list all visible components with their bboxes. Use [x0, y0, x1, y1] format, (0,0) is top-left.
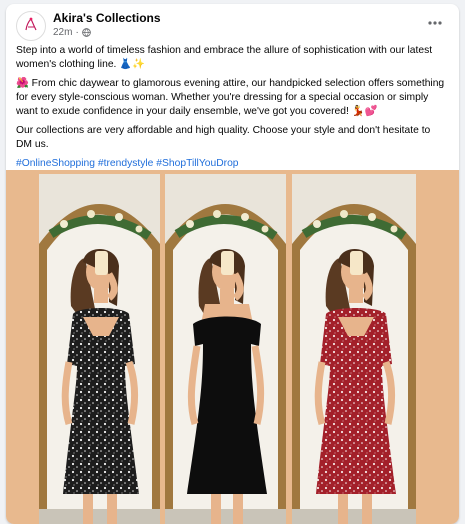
avatar-logo-icon — [18, 13, 44, 39]
post-text: Step into a world of timeless fashion an… — [16, 44, 448, 176]
photo-black-floral-illustration — [39, 174, 160, 524]
photo-black-dress — [165, 174, 286, 524]
page-avatar[interactable] — [16, 11, 46, 41]
photo-black-dress-illustration — [165, 174, 286, 524]
page-name[interactable]: Akira's Collections — [53, 11, 161, 25]
post-header: Akira's Collections 22m · — [6, 4, 459, 48]
post-card: Akira's Collections 22m · Step into a wo… — [6, 4, 459, 524]
more-options-button[interactable] — [423, 13, 447, 33]
hashtag-online-shopping[interactable]: #OnlineShopping — [16, 158, 95, 169]
meta-separator: · — [75, 27, 79, 38]
hashtag-trendystyle[interactable]: #trendystyle — [98, 158, 154, 169]
post-hashtags: #OnlineShopping #trendystyle #ShopTillYo… — [16, 157, 448, 171]
photo-red-floral-dress — [292, 174, 416, 524]
photo-red-floral-illustration — [292, 174, 416, 524]
post-meta: 22m · — [53, 27, 91, 38]
globe-icon — [81, 28, 91, 37]
photo-black-floral-dress — [39, 174, 160, 524]
more-options-icon — [428, 21, 442, 25]
post-time[interactable]: 22m — [53, 27, 72, 38]
post-paragraph-3: Our collections are very affordable and … — [16, 125, 431, 150]
hashtag-shop-till-you-drop[interactable]: #ShopTillYouDrop — [156, 158, 238, 169]
post-photo[interactable] — [6, 170, 459, 524]
post-paragraph-1: Step into a world of timeless fashion an… — [16, 45, 433, 70]
post-paragraph-2: 🌺 From chic daywear to glamorous evening… — [16, 78, 445, 117]
